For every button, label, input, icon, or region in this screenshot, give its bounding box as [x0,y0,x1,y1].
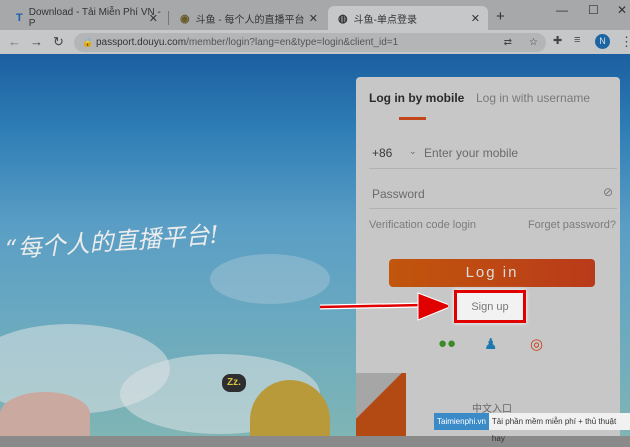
minimize-button[interactable]: — [556,3,568,17]
forward-button[interactable]: → [30,34,43,49]
url-host: passport.douyu.com [96,37,187,48]
forgot-password-link[interactable]: Forget password? [528,219,616,231]
globe-icon: ◍ [338,12,348,25]
active-tab-indicator [399,117,426,120]
tab-label: Download - Tải Miễn Phí VN - P [28,7,161,29]
new-tab-button[interactable]: + [496,8,505,25]
qq-icon[interactable]: ♟ [484,335,497,353]
profile-avatar[interactable]: N [595,34,610,49]
menu-icon[interactable]: ⋮ [620,34,630,50]
close-tab-icon[interactable]: ✕ [471,12,480,25]
password-input[interactable]: Password [372,187,425,201]
tab-login-username[interactable]: Log in with username [476,91,590,105]
tab-label: 斗鱼 - 每个人的直播平台 [195,14,305,26]
login-panel: Log in by mobile Log in with username +8… [356,77,620,436]
hand-illustration [0,392,90,436]
lock-icon: 🔒 [82,37,94,47]
reload-button[interactable]: ↻ [53,34,64,50]
tab-label: 斗鱼-单点登录 [353,14,417,26]
signup-highlight: Sign up [454,290,526,323]
close-tab-icon[interactable]: ✕ [149,12,158,25]
tab-download[interactable]: T Download - Tải Miễn Phí VN - P ✕ [6,6,166,30]
extensions-icon[interactable]: ✚ [553,34,562,47]
country-code-select[interactable]: +86 [372,146,392,160]
douyu-favicon-icon: ◉ [180,12,190,25]
watermark-tagline: Tải phần mềm miễn phí + thủ thuật hay [488,413,630,443]
url-input[interactable]: 🔒 passport.douyu.com/member/login?lang=e… [74,33,546,52]
password-field[interactable]: Password ⊘ [369,183,617,209]
weibo-icon[interactable]: ◎ [530,335,543,353]
red-arrow-annotation [319,292,448,321]
translate-icon[interactable]: ⇄ [504,33,512,52]
watermark-brand: Taimienphi.vn [434,413,489,430]
star-icon[interactable]: ☆ [529,33,538,52]
media-queue-icon[interactable]: ≡ [574,34,580,46]
maximize-button[interactable]: ☐ [588,3,599,17]
login-button[interactable]: Log in [389,259,595,287]
taimienphi-favicon-icon: T [16,12,23,24]
qr-code-corner[interactable] [356,373,406,436]
cloud-decoration [210,254,330,304]
mobile-input[interactable]: Enter your mobile [424,146,518,160]
tab-bar: T Download - Tải Miễn Phí VN - P ✕ ◉ 斗鱼 … [0,0,630,30]
mobile-field[interactable]: +86 ⌄ Enter your mobile [369,143,617,169]
tab-douyu-login[interactable]: ◍ 斗鱼-单点登录 ✕ [328,6,488,30]
eye-slash-icon[interactable]: ⊘ [603,185,613,199]
watermark: Taimienphi.vn Tải phần mềm miễn phí + th… [434,413,630,443]
close-tab-icon[interactable]: ✕ [309,12,318,25]
sleep-badge: Zz. [222,374,246,392]
verification-code-login-link[interactable]: Verification code login [369,219,476,231]
close-window-button[interactable]: ✕ [617,3,627,17]
url-path: /member/login?lang=en&type=login&client_… [186,37,399,48]
back-button[interactable]: ← [8,34,21,49]
tab-separator [168,11,169,25]
tab-douyu-home[interactable]: ◉ 斗鱼 - 每个人的直播平台 ✕ [170,6,326,30]
address-bar-row: ← → ↻ 🔒 passport.douyu.com/member/login?… [0,30,630,54]
signup-button[interactable]: Sign up [457,293,523,320]
tab-login-mobile[interactable]: Log in by mobile [369,91,464,105]
wechat-icon[interactable]: ●● [438,335,456,352]
chevron-down-icon[interactable]: ⌄ [409,146,417,157]
